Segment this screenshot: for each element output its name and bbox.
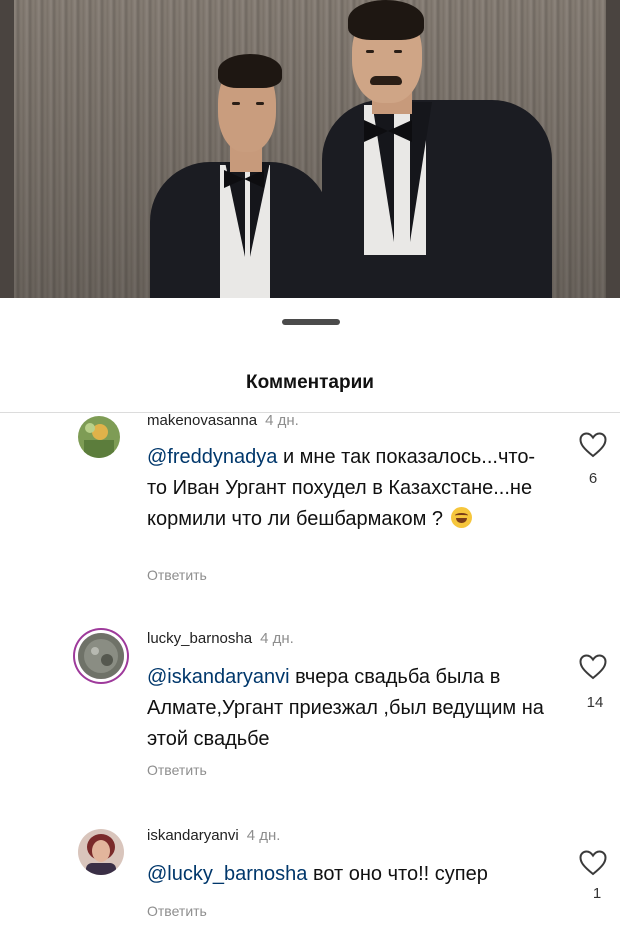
comment-time: 4 дн. — [265, 412, 299, 428]
reply-button[interactable]: Ответить — [147, 762, 207, 778]
comment-username[interactable]: lucky_barnosha 4 дн. — [147, 630, 294, 647]
comment-text: @lucky_barnosha вот оно что!! супер — [147, 863, 488, 885]
laughing-face-emoji — [450, 507, 472, 528]
comment-item: iskandaryanvi 4 дн. @lucky_barnosha вот о… — [0, 825, 620, 939]
comments-sheet: Комментарии makenovasanna 4 дн. @freddyna… — [0, 298, 620, 939]
mention-link[interactable]: @freddynadya — [147, 446, 277, 468]
person-left — [150, 50, 330, 298]
comment-time: 4 дн. — [246, 827, 281, 844]
reply-button[interactable]: Ответить — [147, 567, 207, 583]
comment-username[interactable]: iskandaryanvi 4 дн. — [147, 827, 280, 844]
reply-button[interactable]: Ответить — [147, 903, 207, 919]
heart-outline-icon[interactable] — [579, 850, 607, 876]
like-count: 6 — [588, 470, 598, 487]
user-avatar[interactable] — [78, 829, 124, 875]
user-avatar[interactable] — [78, 633, 124, 679]
person-right — [322, 0, 552, 298]
heart-outline-icon[interactable] — [579, 654, 607, 680]
post-photo — [0, 0, 620, 298]
comment-text: @freddynadya и мне так показалось...что-… — [147, 446, 536, 530]
like-count: 14 — [586, 694, 604, 711]
sheet-drag-handle[interactable] — [282, 319, 340, 325]
user-avatar[interactable] — [78, 416, 120, 458]
comment-item: makenovasanna 4 дн. @freddynadya и мне та… — [0, 408, 620, 598]
curtain-post-left — [0, 0, 14, 298]
like-count: 1 — [592, 885, 602, 902]
sheet-title: Комментарии — [246, 372, 374, 393]
comment-text: @iskandaryanvi вчера свадьба была в Алма… — [147, 666, 544, 750]
mention-link[interactable]: @iskandaryanvi — [147, 666, 290, 688]
heart-outline-icon[interactable] — [579, 432, 607, 458]
mention-link[interactable]: @lucky_barnosha — [147, 863, 307, 885]
curtain-post-right — [606, 0, 620, 298]
comment-username[interactable]: makenovasanna 4 дн. — [147, 412, 299, 428]
comment-item: lucky_barnosha 4 дн. @iskandaryanvi вчера… — [0, 628, 620, 788]
comment-time: 4 дн. — [260, 630, 294, 647]
